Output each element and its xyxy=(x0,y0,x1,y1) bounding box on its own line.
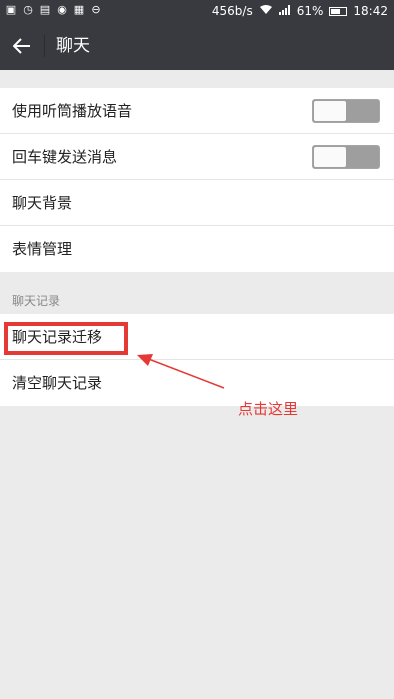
row-clear-chat-history[interactable]: 清空聊天记录 xyxy=(0,360,394,406)
chat-background-label: 聊天背景 xyxy=(12,194,73,212)
title-divider xyxy=(44,35,45,57)
highlight-box xyxy=(4,322,128,355)
toggle-knob xyxy=(314,147,346,167)
row-enter-to-send[interactable]: 回车键发送消息 xyxy=(0,134,394,180)
chat-icon: ◉ xyxy=(57,3,67,16)
battery-level xyxy=(331,8,340,14)
clock: 18:42 xyxy=(353,4,388,18)
status-icons-right: 456b/s 61% 18:42 xyxy=(212,3,388,19)
back-button[interactable] xyxy=(8,32,36,60)
chat-history-section-header: 聊天记录 xyxy=(12,294,61,308)
timer-icon: ◷ xyxy=(23,3,33,16)
clear-chat-history-label: 清空聊天记录 xyxy=(12,374,103,392)
title-bar: 聊天 xyxy=(0,22,394,70)
battery-percent: 61% xyxy=(296,4,324,18)
image-icon: ▣ xyxy=(5,3,17,16)
battery-icon xyxy=(329,6,348,16)
chat-settings-group: 使用听筒播放语音 回车键发送消息 聊天背景 表情管理 xyxy=(0,88,394,272)
sticker-management-label: 表情管理 xyxy=(12,240,73,258)
circle-icon: ⊖ xyxy=(91,3,101,16)
enter-to-send-label: 回车键发送消息 xyxy=(12,148,118,166)
row-chat-background[interactable]: 聊天背景 xyxy=(0,180,394,226)
annotation-text: 点击这里 xyxy=(238,400,299,418)
back-arrow-icon[interactable] xyxy=(13,38,31,54)
enter-to-send-toggle[interactable] xyxy=(312,145,380,169)
status-bar: ▣ ◷ ▤ ◉ ▦ ⊖ 456b/s 61% 18:42 xyxy=(0,0,394,22)
earpiece-voice-toggle[interactable] xyxy=(312,99,380,123)
gallery-icon: ▤ xyxy=(39,3,51,16)
row-sticker-management[interactable]: 表情管理 xyxy=(0,226,394,272)
grid-icon: ▦ xyxy=(73,3,85,16)
signal-icon xyxy=(278,3,291,19)
page-title: 聊天 xyxy=(56,36,90,56)
toggle-knob xyxy=(314,101,346,121)
row-earpiece-voice[interactable]: 使用听筒播放语音 xyxy=(0,88,394,134)
status-icons-left: ▣ ◷ ▤ ◉ ▦ ⊖ xyxy=(4,3,103,17)
earpiece-voice-label: 使用听筒播放语音 xyxy=(12,102,133,120)
network-speed: 456b/s xyxy=(211,4,253,18)
wifi-icon xyxy=(259,3,273,19)
